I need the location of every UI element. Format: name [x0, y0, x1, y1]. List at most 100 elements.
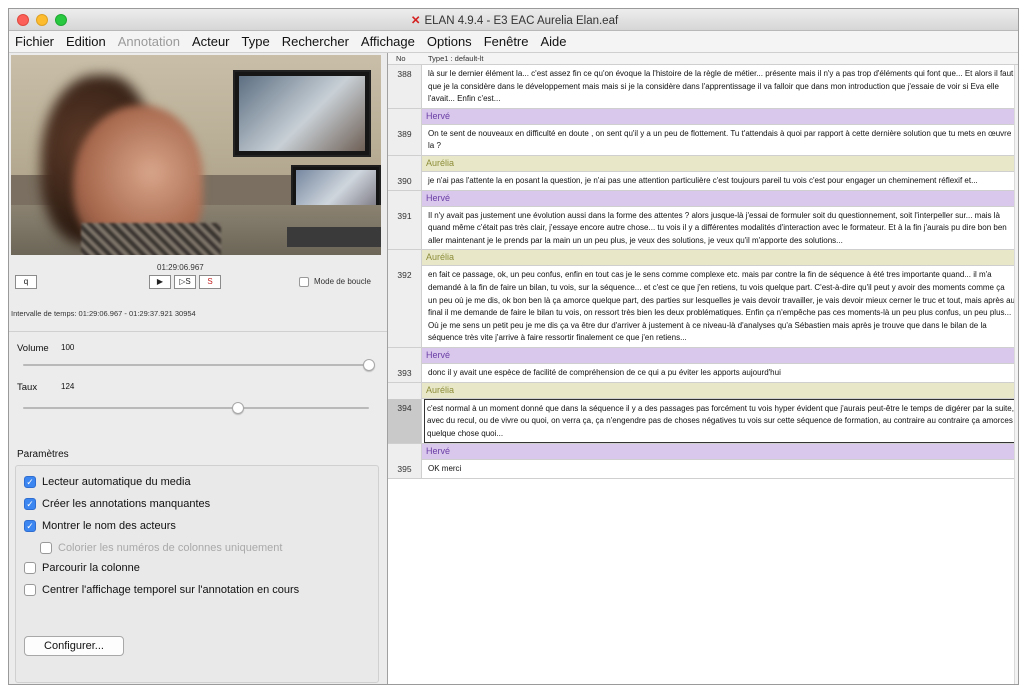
speaker-row[interactable]: Aurélia	[388, 382, 1018, 399]
volume-slider-knob[interactable]	[363, 359, 375, 371]
table-row[interactable]: 392 en fait ce passage, ok, un peu confus…	[388, 266, 1018, 348]
speaker-name: Hervé	[426, 349, 451, 360]
play-buttons: ▶ ▷S S	[149, 275, 221, 289]
window-title-text: ELAN 4.9.4 - E3 EAC Aurelia Elan.eaf	[424, 15, 619, 27]
speaker-row[interactable]: Hervé	[388, 108, 1018, 125]
rate-slider-knob[interactable]	[231, 402, 244, 414]
row-number-cell	[388, 250, 422, 267]
option-checkbox[interactable]	[24, 584, 36, 596]
annotation-text[interactable]: c'est normal à un moment donné que dans …	[424, 398, 1018, 444]
option-label: Lecteur automatique du media	[42, 476, 191, 488]
rate-slider-track[interactable]	[23, 407, 369, 409]
volume-value: 100	[61, 343, 75, 352]
row-number-cell	[388, 382, 422, 399]
row-number: 392	[388, 266, 422, 347]
title-bar: ✕ ELAN 4.9.4 - E3 EAC Aurelia Elan.eaf	[9, 9, 1018, 31]
menu-annotation[interactable]: Annotation	[118, 34, 180, 49]
annotation-text[interactable]: je n'ai pas l'attente la en posant la qu…	[426, 172, 1018, 190]
option-label: Colorier les numéros de colonnes uniquem…	[58, 542, 283, 554]
parameters-section: Paramètres Configurer... ✓ Lecteur automa…	[15, 445, 381, 683]
table-row[interactable]: 388 là sur le dernier élément la... c'est…	[388, 65, 1018, 109]
option-checkbox[interactable]	[40, 542, 52, 554]
loop-mode-label: Mode de boucle	[314, 277, 371, 286]
option-row[interactable]: ✓ Montrer le nom des acteurs	[24, 520, 176, 532]
speaker-name: Aurélia	[426, 384, 455, 395]
menu-type[interactable]: Type	[242, 34, 270, 49]
option-label: Créer les annotations manquantes	[42, 498, 211, 510]
option-checkbox[interactable]: ✓	[24, 520, 36, 532]
parameters-title: Paramètres	[17, 449, 69, 460]
table-row[interactable]: 395 OK merci	[388, 460, 1018, 479]
table-row[interactable]: 389 On te sent de nouveaux en difficulté …	[388, 124, 1018, 156]
speaker-name: Hervé	[426, 110, 451, 121]
volume-rate-box: Volume 100 Taux 124	[9, 331, 387, 427]
menu-affichage[interactable]: Affichage	[361, 34, 415, 49]
elan-window: ✕ ELAN 4.9.4 - E3 EAC Aurelia Elan.eaf Fi…	[8, 8, 1019, 685]
speaker-name: Aurélia	[426, 157, 455, 168]
row-number: 394	[388, 398, 422, 444]
menu-acteur[interactable]: Acteur	[192, 34, 230, 49]
option-row[interactable]: ✓ Créer les annotations manquantes	[24, 498, 210, 510]
rate-value: 124	[61, 382, 75, 391]
row-number-cell	[388, 444, 422, 461]
row-number-cell	[388, 108, 422, 125]
option-checkbox[interactable]	[24, 562, 36, 574]
option-row[interactable]: Centrer l'affichage temporel sur l'annot…	[24, 584, 299, 596]
volume-slider-track[interactable]	[23, 364, 369, 366]
detach-button[interactable]: q	[15, 275, 37, 289]
row-number: 393	[388, 363, 422, 382]
option-checkbox[interactable]: ✓	[24, 498, 36, 510]
annotation-text[interactable]: On te sent de nouveaux en difficulté en …	[426, 125, 1018, 155]
speaker-row[interactable]: Aurélia	[388, 155, 1018, 172]
play-button[interactable]: ▶	[149, 275, 171, 289]
menu-options[interactable]: Options	[427, 34, 472, 49]
table-row[interactable]: 393 donc il y avait une espèce de facilit…	[388, 363, 1018, 383]
option-row[interactable]: Colorier les numéros de colonnes uniquem…	[40, 542, 282, 554]
time-interval: Intervalle de temps: 01:29:06.967 - 01:2…	[11, 309, 196, 318]
video-viewer[interactable]	[11, 55, 381, 255]
speaker-row[interactable]: Hervé	[388, 444, 1018, 461]
menu-rechercher[interactable]: Rechercher	[282, 34, 349, 49]
option-row[interactable]: Parcourir la colonne	[24, 562, 140, 574]
annotation-table: No Type1 : default-lt 388 là sur le derni…	[387, 53, 1018, 684]
annotation-text[interactable]: Il n'y avait pas justement une évolution…	[426, 207, 1018, 250]
menu-edition[interactable]: Edition	[66, 34, 106, 49]
row-number: 388	[388, 65, 422, 108]
row-number: 390	[388, 171, 422, 190]
menu-aide[interactable]: Aide	[541, 34, 567, 49]
left-panel: q 01:29:06.967 ▶ ▷S S Mode de boucle Int…	[9, 53, 387, 684]
column-header-type: Type1 : default-lt	[428, 54, 484, 63]
play-selection-button[interactable]: ▷S	[174, 275, 196, 289]
speaker-name: Aurélia	[426, 252, 455, 263]
table-header: No Type1 : default-lt	[388, 53, 1018, 65]
table-row[interactable]: 390 je n'ai pas l'attente la en posant la…	[388, 171, 1018, 191]
volume-label: Volume	[17, 343, 49, 354]
table-row[interactable]: 394 c'est normal à un moment donné que da…	[388, 398, 1018, 445]
annotation-text[interactable]: en fait ce passage, ok, un peu confus, e…	[426, 266, 1018, 347]
vertical-scrollbar[interactable]	[1014, 65, 1018, 684]
option-label: Montrer le nom des acteurs	[42, 520, 176, 532]
elan-logo-icon: ✕	[410, 15, 421, 27]
loop-mode-checkbox[interactable]	[299, 277, 309, 287]
option-label: Centrer l'affichage temporel sur l'annot…	[42, 584, 300, 596]
configure-button[interactable]: Configurer...	[24, 636, 124, 656]
option-checkbox[interactable]: ✓	[24, 476, 36, 488]
column-header-no: No	[396, 54, 406, 63]
speaker-row[interactable]: Hervé	[388, 190, 1018, 207]
annotation-text[interactable]: OK merci	[426, 460, 1018, 478]
annotation-text[interactable]: là sur le dernier élément la... c'est as…	[426, 65, 1018, 108]
menu-fichier[interactable]: Fichier	[15, 34, 54, 49]
row-number-cell	[388, 155, 422, 172]
video-screen-large	[233, 70, 371, 157]
speaker-row[interactable]: Aurélia	[388, 250, 1018, 267]
video-laptop	[287, 227, 381, 247]
menu-bar: Fichier Edition Annotation Acteur Type Recher…	[9, 31, 1018, 53]
annotation-text[interactable]: donc il y avait une espèce de facilité d…	[426, 364, 1018, 382]
table-row[interactable]: 391 Il n'y avait pas justement une évolut…	[388, 206, 1018, 251]
option-row[interactable]: ✓ Lecteur automatique du media	[24, 476, 191, 488]
clear-selection-button[interactable]: S	[199, 275, 221, 289]
menu-fen-tre[interactable]: Fenêtre	[484, 34, 529, 49]
player-controls: q 01:29:06.967 ▶ ▷S S Mode de boucle	[9, 261, 387, 301]
speaker-row[interactable]: Hervé	[388, 347, 1018, 364]
speaker-name: Hervé	[426, 446, 451, 457]
